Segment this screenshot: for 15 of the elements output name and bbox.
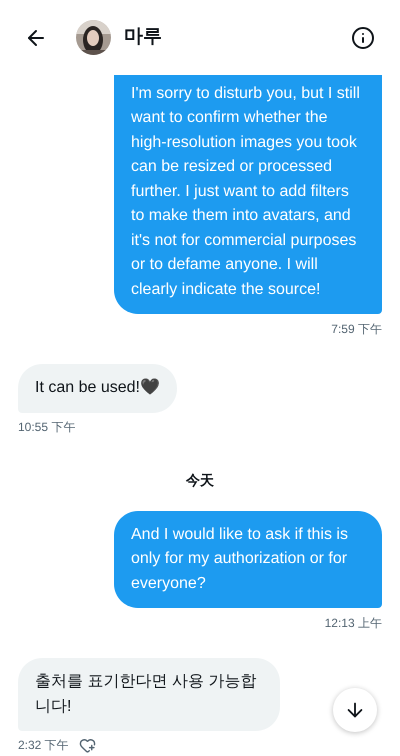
received-message: It can be used!🖤 xyxy=(18,364,177,412)
message-time: 10:55 下午 xyxy=(18,418,76,436)
info-button[interactable] xyxy=(350,24,376,50)
sent-message: And I would like to ask if this is only for my authorization or for everyone? xyxy=(114,510,382,608)
heart-plus-icon xyxy=(79,736,96,754)
contact-name: 마루 xyxy=(124,25,162,50)
scroll-down-button[interactable] xyxy=(333,688,377,732)
message-time: 7:59 下午 xyxy=(331,321,382,338)
date-divider: 今天 xyxy=(186,470,214,490)
received-message: 출처를 표기한다면 사용 가능합니다! xyxy=(18,658,280,731)
add-reaction-button[interactable] xyxy=(78,736,97,754)
message-time: 12:13 上午 xyxy=(324,615,382,632)
message-time: 2:32 下午 xyxy=(18,737,69,754)
sent-message: I'm sorry to disturb you, but I still want to confirm whether the high-resolution images you took can be resized or processed further. I just want to add filters to make them into avatars, and it's not for commercial purposes or to defame anyone. I will clearly indicate the source! xyxy=(114,75,382,314)
info-icon xyxy=(351,26,375,50)
